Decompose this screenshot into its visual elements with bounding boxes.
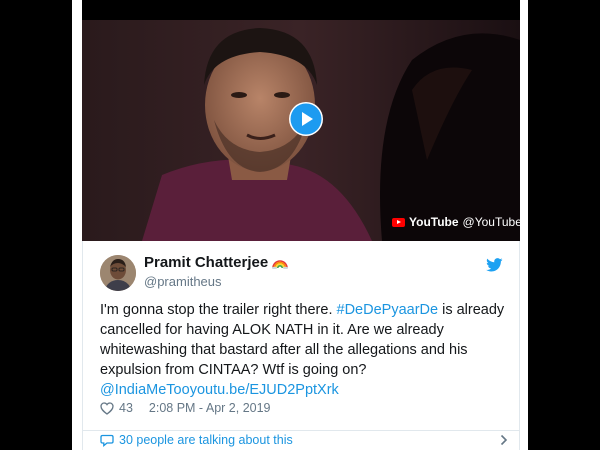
play-button[interactable] <box>289 102 323 136</box>
conversation-label: 30 people are talking about this <box>119 433 293 447</box>
tweet-text: I'm gonna stop the trailer right there. … <box>100 300 510 400</box>
display-name[interactable]: Pramit Chatterjee <box>144 254 289 273</box>
conversation-link[interactable]: 30 people are talking about this <box>82 431 520 450</box>
hashtag-link[interactable]: #DeDePyaarDe <box>337 302 439 318</box>
youtube-icon <box>392 217 405 227</box>
embedded-tweet-card: YouTube @YouTube Pramit Chatterjee @pram… <box>72 0 528 450</box>
chevron-right-icon <box>500 434 508 446</box>
speech-bubble-icon <box>100 434 114 447</box>
tweet: Pramit Chatterjee @pramitheus I'm gonna … <box>82 241 520 431</box>
heart-icon[interactable] <box>100 401 114 415</box>
tweet-timestamp[interactable]: 2:08 PM - Apr 2, 2019 <box>149 401 271 415</box>
twitter-bird-icon[interactable] <box>486 258 503 272</box>
play-icon <box>290 103 322 135</box>
rainbow-icon <box>272 256 289 273</box>
avatar[interactable] <box>100 255 136 291</box>
tweet-text-part: I'm gonna stop the trailer right there. <box>100 302 337 318</box>
video-player[interactable]: YouTube @YouTube <box>82 0 520 241</box>
like-count[interactable]: 43 <box>119 401 133 415</box>
youtube-source-name: YouTube <box>409 215 459 229</box>
url-link[interactable]: youtu.be/EJUD2PptXrk <box>190 382 339 398</box>
youtube-source-handle: @YouTube <box>462 215 520 229</box>
tweet-meta: 43 2:08 PM - Apr 2, 2019 <box>100 401 271 415</box>
user-handle[interactable]: @pramitheus <box>144 274 222 289</box>
mention-link[interactable]: @IndiaMeToo <box>100 382 190 398</box>
page: YouTube @YouTube Pramit Chatterjee @pram… <box>0 0 600 450</box>
display-name-text: Pramit Chatterjee <box>144 254 269 271</box>
youtube-attribution[interactable]: YouTube @YouTube <box>392 211 520 233</box>
